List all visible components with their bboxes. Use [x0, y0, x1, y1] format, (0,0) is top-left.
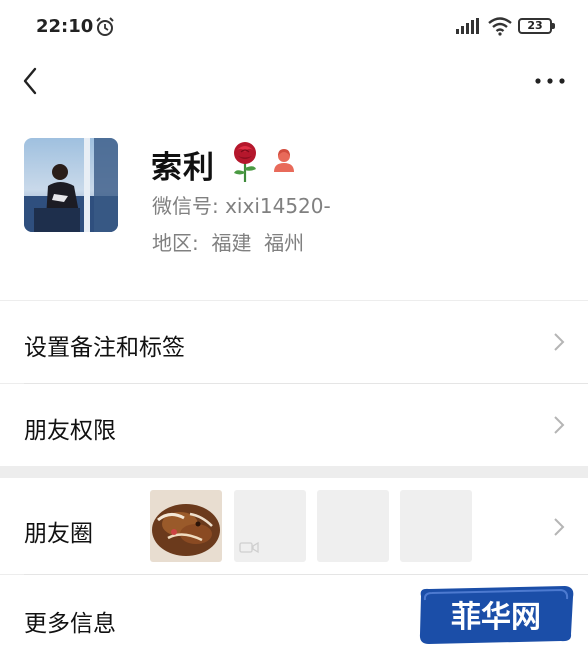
- wifi-icon: [488, 17, 512, 36]
- cellular-signal-icon: [456, 18, 479, 34]
- remark-tags-row[interactable]: 设置备注和标签: [0, 301, 588, 383]
- chevron-right-icon: [554, 416, 565, 434]
- status-bar: 22:10 23: [0, 0, 588, 54]
- chevron-right-icon: [554, 333, 565, 351]
- remark-tags-label: 设置备注和标签: [24, 335, 185, 361]
- gender-female-icon: [274, 149, 294, 172]
- wechat-id: 微信号: xixi14520-: [152, 194, 331, 218]
- contact-name: 索利: [151, 150, 215, 186]
- moments-thumbnail: [400, 490, 472, 562]
- friend-permissions-row[interactable]: 朋友权限: [0, 384, 588, 466]
- chevron-right-icon: [554, 518, 565, 536]
- more-info-label: 更多信息: [24, 611, 116, 637]
- avatar[interactable]: [24, 138, 118, 232]
- back-arrow-icon[interactable]: [20, 66, 42, 96]
- friend-permissions-label: 朋友权限: [24, 418, 116, 444]
- alarm-clock-icon: [96, 17, 114, 36]
- moments-thumbnail: [317, 490, 389, 562]
- moments-video-thumbnail: [234, 490, 306, 562]
- nav-bar: [0, 54, 588, 110]
- region: 地区: 福建 福州: [152, 231, 305, 255]
- moments-photo-thumbnail: [150, 490, 222, 562]
- moments-row[interactable]: 朋友圈: [0, 478, 588, 574]
- watermark-logo: 菲华网: [415, 584, 577, 646]
- rose-icon: [234, 142, 256, 182]
- status-time: 22:10: [36, 16, 94, 37]
- moments-label: 朋友圈: [24, 521, 93, 547]
- more-options-icon[interactable]: [534, 74, 566, 88]
- profile-card: 索利 微信号: xixi14520- 地区: 福建 福州: [0, 110, 588, 300]
- battery-icon: 23: [518, 18, 555, 34]
- watermark-text: 菲华网: [451, 600, 541, 635]
